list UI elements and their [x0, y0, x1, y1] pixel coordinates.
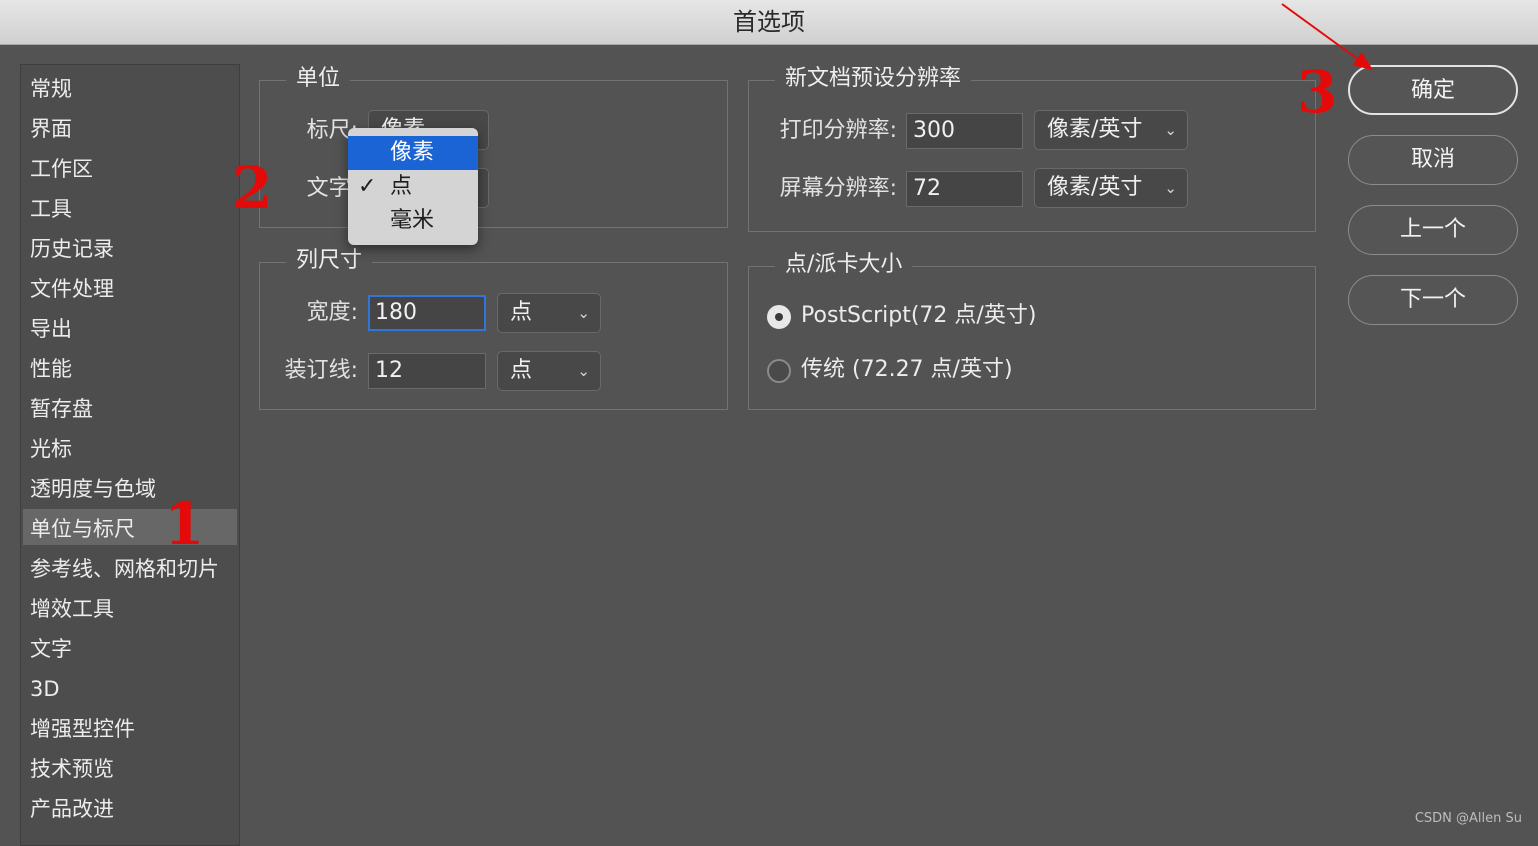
sidebar-item-transparency[interactable]: 透明度与色域	[23, 469, 237, 505]
chevron-down-icon: ⌄	[1164, 121, 1177, 139]
width-label: 宽度:	[306, 300, 358, 325]
sidebar-item-scratch-disks[interactable]: 暂存盘	[23, 389, 237, 425]
annotation-2: 2	[232, 154, 273, 222]
menu-item-millimeters[interactable]: 毫米	[348, 204, 478, 238]
screen-resolution-unit-value: 像素/英寸	[1047, 175, 1143, 200]
postscript-label[interactable]: PostScript(72 点/英寸)	[801, 301, 1036, 331]
sidebar-item-plugins[interactable]: 增效工具	[23, 589, 237, 625]
traditional-label[interactable]: 传统 (72.27 点/英寸)	[801, 355, 1013, 385]
annotation-arrow	[1281, 3, 1374, 71]
print-resolution-label: 打印分辨率:	[779, 118, 897, 143]
type-unit-dropdown-menu: 像素 ✓ 点 毫米	[348, 128, 478, 245]
watermark: CSDN @Allen Su	[1414, 811, 1522, 826]
ruler-label: 标尺:	[306, 118, 358, 143]
sidebar-item-export[interactable]: 导出	[23, 309, 237, 345]
width-unit-value: 点	[510, 300, 533, 325]
screen-resolution-unit-select[interactable]: 像素/英寸 ⌄	[1034, 168, 1188, 208]
postscript-radio[interactable]	[767, 305, 791, 329]
width-unit-select[interactable]: 点 ⌄	[497, 293, 601, 333]
checkmark-icon: ✓	[358, 174, 377, 199]
screen-resolution-input[interactable]: 72	[906, 171, 1023, 207]
resolution-group	[748, 80, 1316, 232]
width-input[interactable]: 180	[368, 295, 486, 331]
cancel-button[interactable]: 取消	[1348, 135, 1518, 185]
chevron-down-icon: ⌄	[577, 362, 590, 380]
column-size-legend: 列尺寸	[286, 246, 373, 276]
resolution-legend: 新文档预设分辨率	[775, 64, 972, 94]
point-size-group	[748, 266, 1316, 410]
menu-item-points[interactable]: ✓ 点	[348, 170, 478, 204]
sidebar-item-history[interactable]: 历史记录	[23, 229, 237, 265]
units-legend: 单位	[286, 64, 351, 94]
menu-item-pixels[interactable]: 像素	[348, 136, 478, 170]
sidebar-item-units-rulers[interactable]: 单位与标尺	[23, 509, 237, 545]
gutter-unit-select[interactable]: 点 ⌄	[497, 351, 601, 391]
chevron-down-icon: ⌄	[1164, 179, 1177, 197]
gutter-unit-value: 点	[510, 358, 533, 383]
sidebar-item-tools[interactable]: 工具	[23, 189, 237, 225]
screen-resolution-label: 屏幕分辨率:	[779, 176, 897, 201]
sidebar-item-general[interactable]: 常规	[23, 69, 237, 105]
sidebar-item-3d[interactable]: 3D	[23, 669, 237, 705]
point-size-legend: 点/派卡大小	[775, 250, 913, 280]
annotation-1: 1	[164, 490, 205, 558]
print-resolution-unit-value: 像素/英寸	[1047, 117, 1143, 142]
previous-button[interactable]: 上一个	[1348, 205, 1518, 255]
gutter-input[interactable]: 12	[368, 353, 486, 389]
gutter-label: 装订线:	[284, 358, 358, 383]
menu-item-points-label: 点	[390, 174, 413, 199]
sidebar-item-interface[interactable]: 界面	[23, 109, 237, 145]
print-resolution-unit-select[interactable]: 像素/英寸 ⌄	[1034, 110, 1188, 150]
next-button[interactable]: 下一个	[1348, 275, 1518, 325]
traditional-radio[interactable]	[767, 359, 791, 383]
sidebar-item-enhanced-controls[interactable]: 增强型控件	[23, 709, 237, 745]
preferences-sidebar: 常规 界面 工作区 工具 历史记录 文件处理 导出 性能 暂存盘 光标 透明度与…	[20, 64, 240, 846]
sidebar-item-type[interactable]: 文字	[23, 629, 237, 665]
sidebar-item-workspace[interactable]: 工作区	[23, 149, 237, 185]
sidebar-item-guides-grid[interactable]: 参考线、网格和切片	[23, 549, 237, 585]
type-label: 文字:	[306, 176, 358, 201]
print-resolution-input[interactable]: 300	[906, 113, 1023, 149]
sidebar-item-cursors[interactable]: 光标	[23, 429, 237, 465]
sidebar-item-file-handling[interactable]: 文件处理	[23, 269, 237, 305]
chevron-down-icon: ⌄	[577, 304, 590, 322]
sidebar-item-tech-previews[interactable]: 技术预览	[23, 749, 237, 785]
sidebar-item-performance[interactable]: 性能	[23, 349, 237, 385]
sidebar-item-product-improvement[interactable]: 产品改进	[23, 789, 237, 825]
